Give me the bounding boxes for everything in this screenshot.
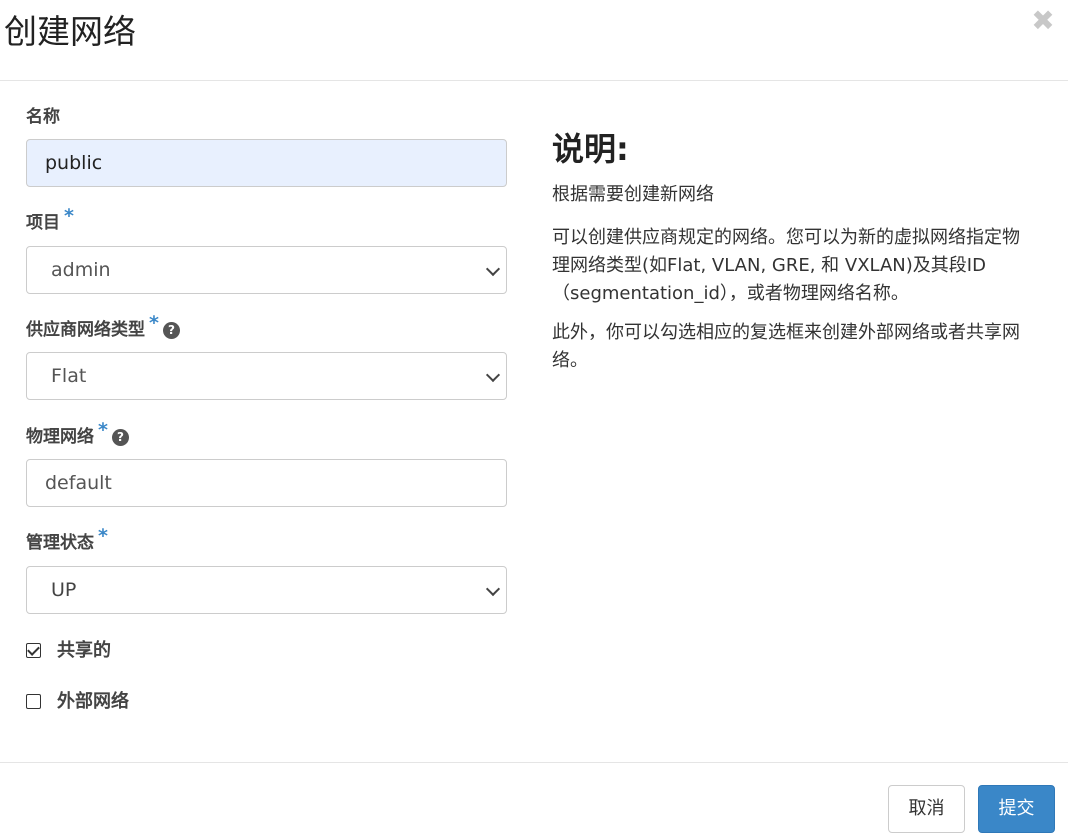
name-label: 名称 bbox=[26, 105, 60, 129]
physical-network-label: 物理网络 *? bbox=[26, 419, 129, 449]
project-select-value: admin bbox=[51, 259, 111, 281]
modal-title: 创建网络 bbox=[4, 12, 136, 51]
description-title: 说明: bbox=[552, 130, 629, 168]
admin-state-label-text: 管理状态 bbox=[26, 533, 94, 553]
provider-network-type-value: Flat bbox=[51, 365, 87, 387]
name-label-text: 名称 bbox=[26, 107, 60, 127]
shared-checkbox-row[interactable]: 共享的 bbox=[26, 639, 111, 663]
provider-network-type-label-text: 供应商网络类型 bbox=[26, 320, 145, 340]
required-asterisk: * bbox=[98, 525, 108, 547]
close-icon[interactable]: ✖ bbox=[1030, 6, 1056, 36]
help-icon[interactable]: ? bbox=[111, 429, 129, 446]
description-paragraph: 此外，你可以勾选相应的复选框来创建外部网络或者共享网络。 bbox=[552, 322, 1020, 371]
required-asterisk: * bbox=[98, 419, 108, 441]
external-network-checkbox-label: 外部网络 bbox=[57, 691, 129, 712]
description-paragraph: 根据需要创建新网络 bbox=[552, 184, 714, 205]
provider-network-type-label: 供应商网络类型 *? bbox=[26, 312, 180, 342]
project-label-text: 项目 bbox=[26, 213, 60, 233]
shared-checkbox-label: 共享的 bbox=[57, 640, 111, 661]
external-network-checkbox-row[interactable]: 外部网络 bbox=[26, 690, 129, 714]
admin-state-value: UP bbox=[51, 579, 77, 601]
physical-network-label-text: 物理网络 bbox=[26, 427, 94, 447]
help-icon[interactable]: ? bbox=[162, 322, 180, 339]
project-label: 项目 * bbox=[26, 205, 74, 235]
external-network-checkbox[interactable] bbox=[26, 694, 41, 709]
name-input[interactable]: public bbox=[26, 139, 507, 187]
description-paragraph: 可以创建供应商规定的网络。您可以为新的虚拟网络指定物理网络类型(如Flat, V… bbox=[552, 227, 1020, 304]
project-select[interactable]: admin bbox=[26, 246, 507, 294]
required-asterisk: * bbox=[149, 312, 159, 334]
shared-checkbox[interactable] bbox=[26, 643, 41, 658]
admin-state-select[interactable]: UP bbox=[26, 566, 507, 614]
chevron-down-icon bbox=[485, 367, 501, 383]
chevron-down-icon bbox=[485, 581, 501, 597]
cancel-button[interactable]: 取消 bbox=[888, 785, 965, 833]
admin-state-label: 管理状态 * bbox=[26, 525, 108, 555]
modal-header: 创建网络 bbox=[0, 0, 1068, 81]
chevron-down-icon bbox=[485, 261, 501, 277]
provider-network-type-select[interactable]: Flat bbox=[26, 352, 507, 400]
required-asterisk: * bbox=[64, 205, 74, 227]
physical-network-input[interactable]: default bbox=[26, 459, 507, 507]
submit-button[interactable]: 提交 bbox=[978, 785, 1055, 833]
